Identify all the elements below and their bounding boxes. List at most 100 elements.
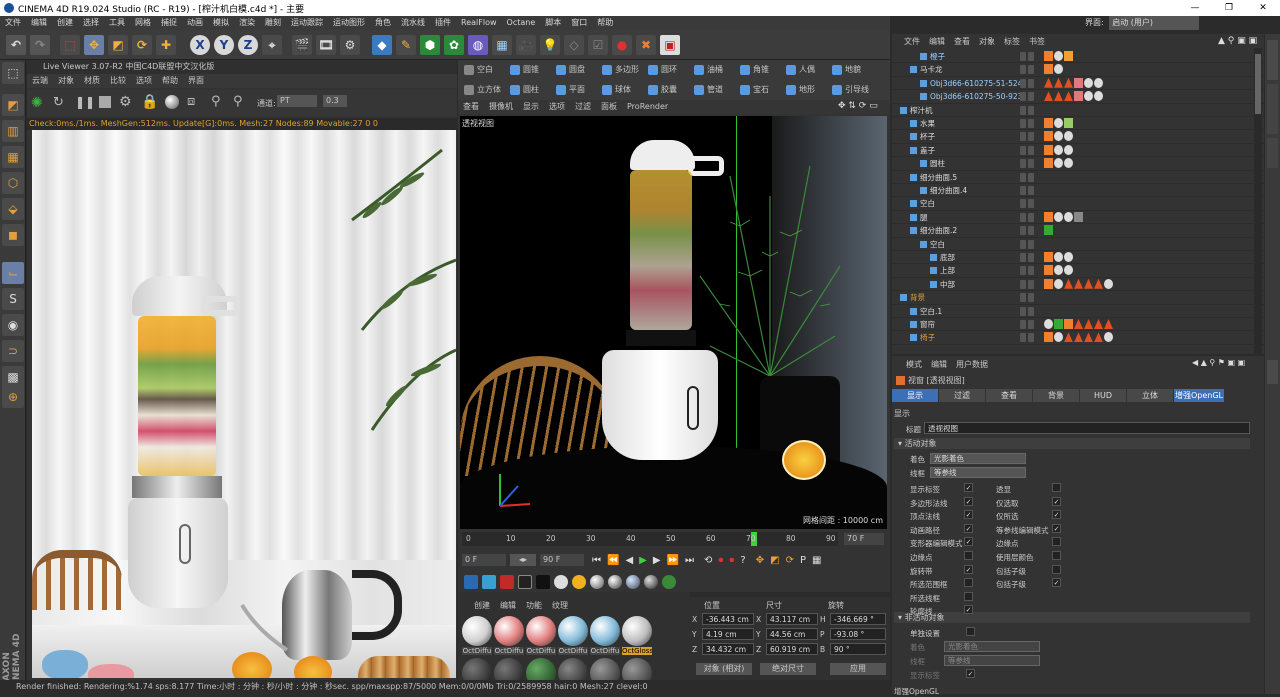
side-tab-objects[interactable] [1267,40,1278,80]
add-tool-icon[interactable]: ✚ [156,35,176,55]
pause-render-icon[interactable]: ❚❚ [75,95,95,111]
object-name[interactable]: 盖子 [920,144,935,157]
object-menu-item[interactable]: 对象 [979,36,995,47]
group-inactive-objects[interactable]: ▾ 非活动对象 [894,612,1250,623]
side-tab-content[interactable] [1267,84,1278,134]
position-field[interactable]: 4.19 cm [702,628,754,640]
attribute-menu-item[interactable]: 模式 [906,359,922,370]
render-toggle[interactable] [1028,52,1034,61]
octane-camera-icon[interactable] [482,575,496,589]
visibility-toggle[interactable] [1020,226,1026,236]
object-row[interactable]: 空白 [892,197,1264,211]
object-tag-icon[interactable] [1044,51,1053,61]
region-render-icon[interactable]: ⧈ [187,94,195,109]
deformer-icon[interactable]: ◍ [468,35,488,55]
x-axis-icon[interactable]: X [190,35,210,55]
end-frame-field[interactable]: 90 F [540,554,584,566]
object-tag-icon[interactable] [1074,77,1083,88]
live-viewer-menu-item[interactable]: 选项 [131,74,157,88]
menu-item[interactable]: 帮助 [592,16,618,30]
object-tag-icon[interactable] [1064,144,1073,155]
object-tag-icon[interactable] [1064,252,1073,262]
menu-item[interactable]: 工具 [104,16,130,30]
render-region-icon[interactable]: 🎞 [316,35,336,55]
object-tag-icon[interactable] [1044,131,1053,142]
object-name[interactable]: 马卡龙 [920,63,943,76]
object-row[interactable]: 榨汁机 [892,104,1264,117]
primitive-button[interactable]: 球体 [602,83,631,97]
primitive-button[interactable]: 胶囊 [648,83,677,97]
render-toggle[interactable] [1028,266,1034,276]
keyframe-selection-icon[interactable]: ? [740,555,745,566]
object-row[interactable]: 杯子 [892,130,1264,144]
pick-focus-icon[interactable]: ⚲ [211,94,221,109]
object-tag-icon[interactable] [1054,332,1063,343]
attribute-tab[interactable]: HUD [1080,389,1126,402]
material-ball[interactable] [558,616,588,646]
scale-tool-icon[interactable]: ◩ [108,35,128,55]
viewport-nav-icons[interactable]: ✥ ⇅ ⟳ ▭ [838,101,878,111]
menu-item[interactable]: 流水线 [396,16,430,30]
single-setting-checkbox[interactable] [966,627,975,636]
send-scene-icon[interactable]: ✺ [31,95,47,111]
size-mode-select[interactable]: 绝对尺寸 [760,663,816,675]
object-name[interactable]: Obj3d66-610275-50-923 [930,90,1022,103]
primitive-button[interactable]: 圆锥 [510,63,539,77]
object-tag-icon[interactable] [1084,319,1093,329]
material-ball[interactable] [526,616,556,646]
object-tag-icon[interactable] [1054,131,1063,142]
object-tag-icon[interactable] [1054,144,1063,155]
object-tag-icon[interactable] [1094,319,1103,329]
left-option-checkbox[interactable]: ✓ [964,510,973,520]
octane-env-icon[interactable] [518,575,532,589]
attribute-tab[interactable]: 显示 [892,389,938,402]
object-menu-item[interactable]: 编辑 [929,36,945,47]
menu-item[interactable]: 文件 [0,16,26,30]
object-tag-icon[interactable] [1054,91,1063,102]
object-name[interactable]: 榨汁机 [910,104,933,117]
object-tag-icon[interactable] [1054,51,1063,61]
material-ball[interactable] [590,616,620,646]
menu-item[interactable]: 窗口 [566,16,592,30]
rotate-tool-icon[interactable]: ⟳ [132,35,152,55]
rotation-field[interactable]: -93.08 ° [830,628,886,640]
object-tag-icon[interactable] [1094,77,1103,88]
maximize-button[interactable]: ❐ [1212,0,1246,16]
visibility-toggle[interactable] [1020,186,1026,195]
coord-mode-select[interactable]: 对象 (相对) [696,663,752,675]
right-option-checkbox[interactable]: ✓ [1052,523,1061,533]
key-scale-icon[interactable]: ◩ [770,555,779,566]
visibility-toggle[interactable] [1020,199,1026,209]
object-tag-icon[interactable] [1064,319,1073,329]
attr-nav-icons[interactable]: ◀ ▲ ⚲ ⚑ ▣ ▣ [1192,358,1245,367]
primitive-button[interactable]: 圆柱 [510,83,539,97]
object-tag-icon[interactable] [1104,332,1113,343]
object-row[interactable]: 盖子 [892,144,1264,158]
cloner-icon[interactable]: ✿ [444,35,464,55]
viewport-menu-item[interactable]: 选项 [544,100,570,114]
live-viewer-menu-item[interactable]: 比较 [105,74,131,88]
checker-mode-icon[interactable]: ▦ [2,146,24,168]
workplane-icon[interactable]: ▩ [2,366,24,388]
render-toggle[interactable] [1028,279,1034,289]
range-slider[interactable]: ◂▸ [510,554,536,566]
prev-key-icon[interactable]: ⏪ [607,555,619,566]
object-row[interactable]: 椅子 [892,331,1264,345]
goto-end-icon[interactable]: ⏭ [685,555,694,566]
render-toggle[interactable] [1028,186,1034,195]
render-toggle[interactable] [1028,306,1034,316]
object-row[interactable]: 中部 [892,278,1264,292]
object-tag-icon[interactable] [1044,118,1053,128]
primitive-button[interactable]: 管道 [694,83,723,97]
object-manager-nav-icons[interactable]: ▲ ⚲ ▣ ▣ [1218,36,1257,46]
object-tag-icon[interactable] [1044,252,1053,262]
octane-daylight-icon[interactable] [500,575,514,589]
menu-item[interactable]: 脚本 [540,16,566,30]
object-row[interactable]: 细分曲面.4 [892,184,1264,198]
object-tag-icon[interactable] [1064,131,1073,142]
material-menu-item[interactable]: 编辑 [500,600,516,611]
edge-mode-icon[interactable]: ⬙ [2,198,24,220]
object-tag-icon[interactable] [1044,77,1053,88]
object-row[interactable]: 空白 [892,238,1264,251]
menu-item[interactable]: 渲染 [234,16,260,30]
